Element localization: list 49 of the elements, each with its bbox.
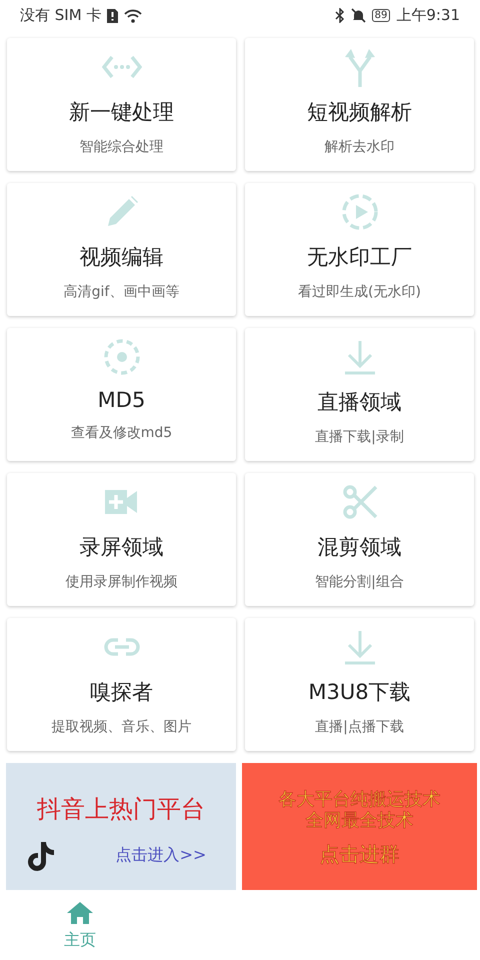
tool-title: 短视频解析 [307,98,412,126]
tool-subtitle: 解析去水印 [324,138,394,156]
tool-card[interactable]: 嗅探者 提取视频、音乐、图片 [7,618,236,751]
tool-subtitle: 提取视频、音乐、图片 [52,718,192,736]
tool-card[interactable]: 混剪领域 智能分割|组合 [245,472,474,606]
carrier-text: 没有 SIM 卡 [20,6,102,26]
battery-indicator: 89 [372,9,390,22]
tool-card[interactable]: MD5 查看及修改md5 [7,328,236,461]
scissors-icon [342,484,378,520]
wifi-icon [124,8,142,23]
home-icon [67,902,93,924]
music-note-icon [28,840,56,872]
tool-card[interactable]: 无水印工厂 看过即生成(无水印) [245,182,474,316]
tool-title: 混剪领域 [318,534,402,561]
tool-subtitle: 查看及修改md5 [70,424,172,442]
banner-text: 全网最全技术 [306,810,414,831]
bluetooth-icon [334,8,345,24]
tool-subtitle: 智能分割|组合 [315,572,404,591]
tool-card[interactable]: 视频编辑 高清gif、画中画等 [7,182,236,316]
tool-card[interactable]: 新一键处理 智能综合处理 [7,38,236,171]
target-icon [102,338,140,376]
tool-title: 新一键处理 [69,98,174,126]
tool-title: M3U8下载 [308,678,411,706]
clock-text: 上午9:31 [396,6,460,26]
enter-link[interactable]: 点击进入>> [116,844,206,866]
banner-text: 各大平台纯搬运技术 [278,788,440,810]
tool-subtitle: 直播下载|录制 [315,428,404,446]
banner-title: 抖音上热门平台 [37,794,205,825]
tool-title: 直播领域 [318,388,402,416]
tool-title: 视频编辑 [80,244,164,271]
tool-subtitle: 智能综合处理 [80,138,164,156]
tool-subtitle: 高清gif、画中画等 [64,282,180,301]
tool-card[interactable]: 直播领域 直播下载|录制 [245,328,474,461]
tool-title: MD5 [98,388,146,412]
tool-title: 录屏领域 [80,534,164,561]
tool-title: 嗅探者 [90,678,153,706]
muted-bell-icon [350,8,366,24]
link-icon [104,636,140,657]
sim-alert-icon [107,8,118,23]
video-camera-icon [104,490,138,514]
tool-card[interactable]: M3U8下载 直播|点播下载 [245,618,474,751]
tool-subtitle: 直播|点播下载 [315,718,404,736]
play-circle-icon [340,192,378,231]
tool-subtitle: 看过即生成(无水印) [298,282,421,301]
tool-card[interactable]: 录屏领域 使用录屏制作视频 [7,472,236,606]
promo-banner[interactable]: 抖音上热门平台 点击进入>> [6,762,236,890]
tool-card[interactable]: 短视频解析 解析去水印 [245,38,474,171]
tool-title: 无水印工厂 [307,244,412,271]
tool-subtitle: 使用录屏制作视频 [66,572,178,591]
